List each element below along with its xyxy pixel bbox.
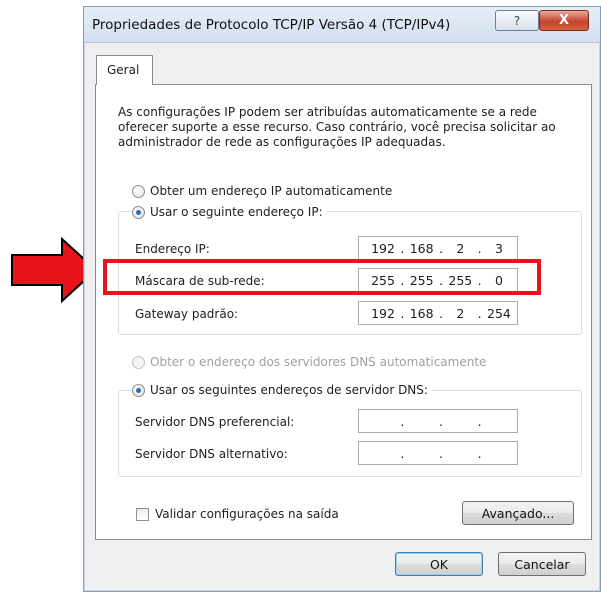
general-tab-panel: As configurações IP podem ser atribuídas… — [95, 84, 592, 540]
ip-separator: . — [438, 305, 443, 321]
ip-octet: 192 — [371, 305, 395, 321]
ip-octet: 192 — [371, 240, 395, 256]
ip-auto-option[interactable]: Obter um endereço IP automaticamente — [132, 184, 392, 198]
ip-auto-radio[interactable] — [132, 184, 145, 198]
ip-separator: . — [400, 240, 405, 256]
ip-octet: 168 — [409, 240, 434, 256]
alternate-dns-label: Servidor DNS alternativo: — [135, 447, 288, 461]
ip-address-input[interactable]: 192 . 168 . 2 . 3 — [358, 236, 518, 260]
ip-separator: . — [438, 445, 443, 461]
title-bar: Propriedades de Protocolo TCP/IP Versão … — [84, 7, 600, 43]
ip-address-label: Endereço IP: — [135, 242, 210, 256]
tab-label: Geral — [107, 63, 140, 77]
ip-manual-radio[interactable] — [132, 205, 145, 219]
dns-manual-option[interactable]: Usar os seguintes endereços de servidor … — [132, 383, 432, 397]
ip-separator: . — [477, 305, 482, 321]
ip-separator: . — [400, 413, 405, 429]
validate-label: Validar configurações na saída — [155, 507, 339, 521]
alternate-dns-input[interactable]: . . . — [358, 441, 518, 465]
dns-auto-option[interactable]: Obter o endereço dos servidores DNS auto… — [132, 355, 486, 369]
description-text: As configurações IP podem ser atribuídas… — [118, 105, 556, 149]
advanced-button[interactable]: Avançado... — [462, 501, 574, 525]
close-button[interactable]: X — [539, 10, 589, 31]
preferred-dns-input[interactable]: . . . — [358, 409, 518, 433]
help-icon: ? — [513, 13, 521, 28]
tcpip-properties-dialog: Propriedades de Protocolo TCP/IP Versão … — [83, 6, 601, 592]
ip-separator: . — [400, 445, 405, 461]
subnet-mask-highlight — [103, 259, 541, 295]
ip-octet: 3 — [494, 240, 503, 256]
ok-button-label: OK — [429, 556, 449, 572]
ip-auto-label: Obter um endereço IP automaticamente — [150, 184, 393, 198]
gateway-input[interactable]: 192 . 168 . 2 . 254 — [358, 301, 518, 325]
validate-option[interactable]: Validar configurações na saída — [136, 507, 339, 521]
ip-separator: . — [477, 445, 482, 461]
dns-manual-label: Usar os seguintes endereços de servidor … — [150, 383, 428, 397]
ip-separator: . — [438, 240, 443, 256]
ip-octet: 2 — [456, 240, 465, 256]
cancel-button[interactable]: Cancelar — [498, 552, 586, 576]
ok-button[interactable]: OK — [395, 552, 483, 576]
ip-manual-option[interactable]: Usar o seguinte endereço IP: — [132, 205, 327, 219]
ip-octet: 254 — [487, 305, 511, 321]
validate-checkbox[interactable] — [136, 507, 149, 521]
ip-separator: . — [400, 305, 405, 321]
ip-separator: . — [477, 240, 482, 256]
dns-auto-radio[interactable] — [132, 355, 145, 369]
ip-manual-label: Usar o seguinte endereço IP: — [150, 205, 323, 219]
close-icon: X — [558, 13, 570, 28]
dns-manual-radio[interactable] — [132, 383, 145, 397]
dns-auto-label: Obter o endereço dos servidores DNS auto… — [150, 355, 487, 369]
cancel-button-label: Cancelar — [514, 556, 570, 572]
gateway-label: Gateway padrão: — [135, 307, 239, 321]
ip-octet: 168 — [409, 305, 434, 321]
ip-separator: . — [438, 413, 443, 429]
advanced-button-label: Avançado... — [481, 505, 555, 521]
ip-separator: . — [477, 413, 482, 429]
window-title: Propriedades de Protocolo TCP/IP Versão … — [92, 17, 451, 33]
tab-geral[interactable]: Geral — [96, 55, 153, 85]
help-button[interactable]: ? — [495, 10, 539, 31]
ip-octet: 2 — [456, 305, 465, 321]
preferred-dns-label: Servidor DNS preferencial: — [135, 415, 295, 429]
